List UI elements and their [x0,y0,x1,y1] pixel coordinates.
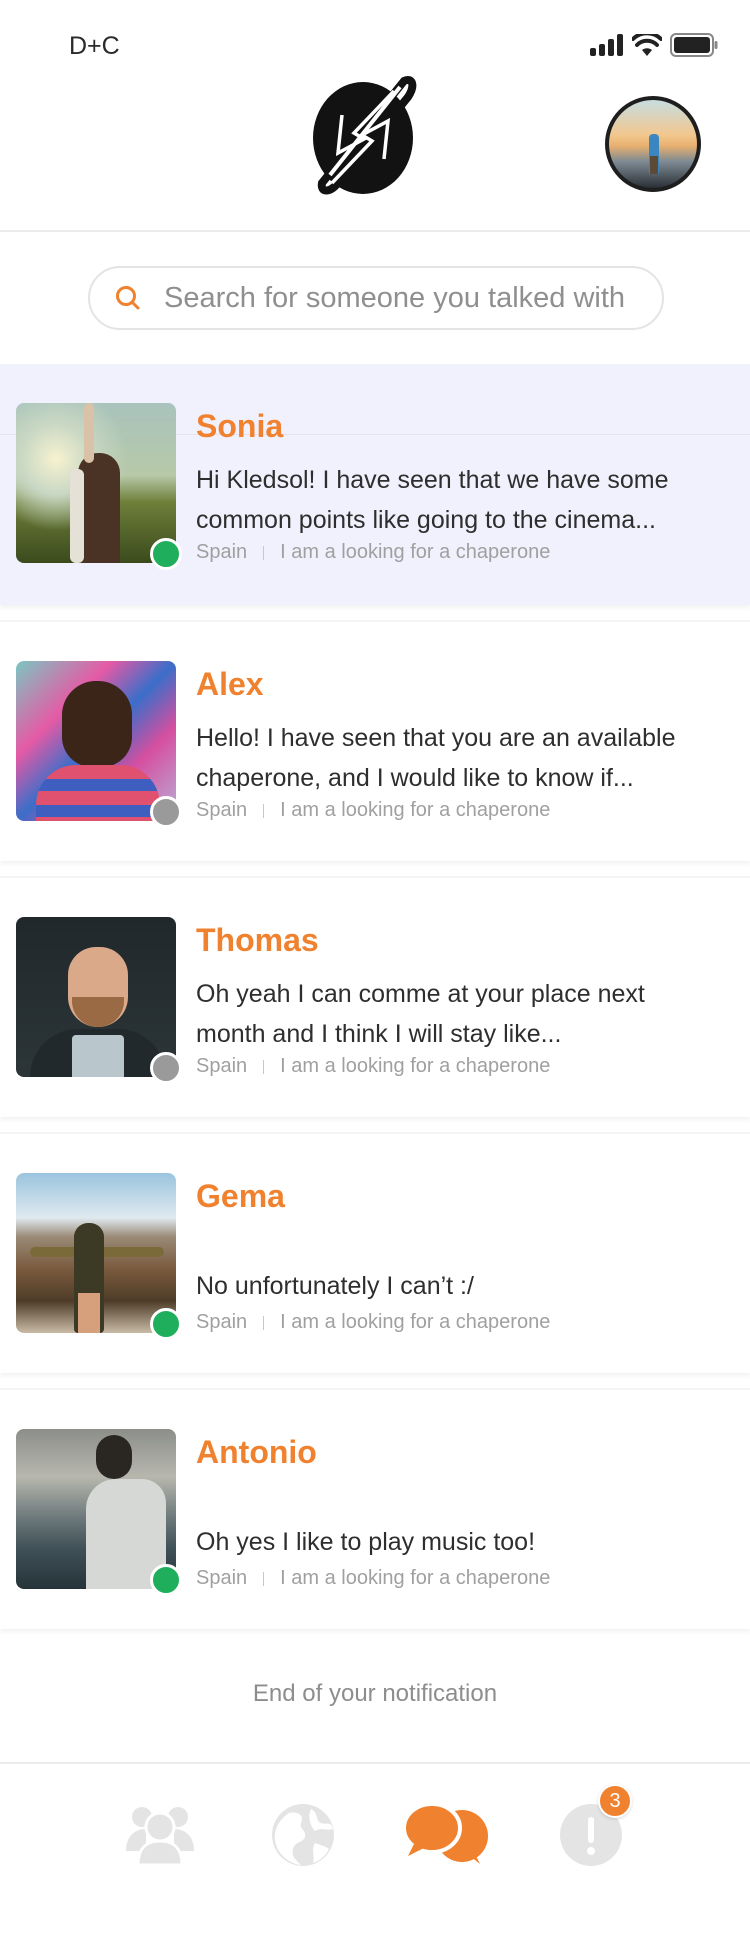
nav-notifications[interactable]: 3 [546,1784,636,1880]
conversation-item[interactable]: Thomas Oh yeah I can comme at your place… [0,876,750,1117]
search-input[interactable] [164,281,644,315]
app-header [0,70,750,232]
nav-messages[interactable] [402,1790,492,1880]
contact-meta: Spain I am a looking for a chaperone [196,541,550,564]
contact-country: Spain [196,541,248,563]
contact-photo [16,661,176,821]
meta-separator [263,545,265,560]
nav-explore[interactable] [258,1790,348,1880]
chat-bubbles-icon [404,1804,488,1864]
bottom-nav: 3 [0,1784,750,1890]
message-preview: Oh yes I like to play music too! [196,1528,536,1556]
conversation-list: Sonia Hi Kledsol! I have seen that we ha… [0,364,750,1644]
message-preview: Hello! I have seen that you are an avail… [196,724,676,792]
contact-photo [16,403,176,563]
contact-meta: Spain I am a looking for a chaperone [196,1055,550,1078]
offline-indicator [150,796,182,828]
contact-name: Thomas [196,922,319,958]
globe-icon [272,1804,334,1866]
contact-name: Gema [196,1178,285,1214]
meta-separator [263,1059,265,1074]
offline-indicator [150,1052,182,1084]
status-icons [590,33,718,57]
message-preview: Hi Kledsol! I have seen that we have som… [196,466,669,534]
nav-community[interactable] [115,1790,205,1880]
contact-status: I am a looking for a chaperone [280,1311,551,1333]
contact-name: Alex [196,666,264,702]
online-indicator [150,1564,182,1596]
meta-separator [263,1571,265,1586]
contact-country: Spain [196,799,248,821]
contact-meta: Spain I am a looking for a chaperone [196,1311,550,1334]
conversation-item[interactable]: Alex Hello! I have seen that you are an … [0,620,750,861]
contact-photo [16,917,176,1077]
conversation-item[interactable]: Antonio Oh yes I like to play music too!… [0,1388,750,1629]
contact-country: Spain [196,1567,248,1589]
contact-country: Spain [196,1055,248,1077]
online-indicator [150,538,182,570]
nav-divider [0,1762,750,1764]
profile-avatar[interactable] [605,96,701,192]
wifi-icon [632,34,662,56]
contact-status: I am a looking for a chaperone [280,541,551,563]
signal-icon [590,34,623,56]
battery-icon [670,33,718,57]
online-indicator [150,1308,182,1340]
contact-photo [16,1429,176,1589]
conversation-item[interactable]: Sonia Hi Kledsol! I have seen that we ha… [0,364,750,605]
search-bar[interactable] [88,266,664,330]
notification-badge: 3 [598,1784,632,1818]
people-icon [126,1807,194,1865]
contact-status: I am a looking for a chaperone [280,799,551,821]
contact-name: Antonio [196,1434,317,1470]
contact-photo [16,1173,176,1333]
app-logo-icon[interactable] [308,75,418,197]
end-of-list-note: End of your notification [252,1680,498,1707]
message-preview: No unfortunately I can’t :/ [196,1272,474,1300]
conversation-item[interactable]: Gema No unfortunately I can’t :/ Spain I… [0,1132,750,1373]
contact-status: I am a looking for a chaperone [280,1567,551,1589]
avatar-figure [649,134,659,174]
message-preview: Oh yeah I can comme at your place next m… [196,980,645,1048]
contact-country: Spain [196,1311,248,1333]
search-icon [116,286,140,310]
contact-status: I am a looking for a chaperone [280,1055,551,1077]
contact-meta: Spain I am a looking for a chaperone [196,799,550,822]
meta-separator [263,803,265,818]
meta-separator [263,1315,265,1330]
contact-meta: Spain I am a looking for a chaperone [196,1567,550,1590]
carrier-label: D+C [69,32,120,60]
contact-name: Sonia [196,408,284,444]
